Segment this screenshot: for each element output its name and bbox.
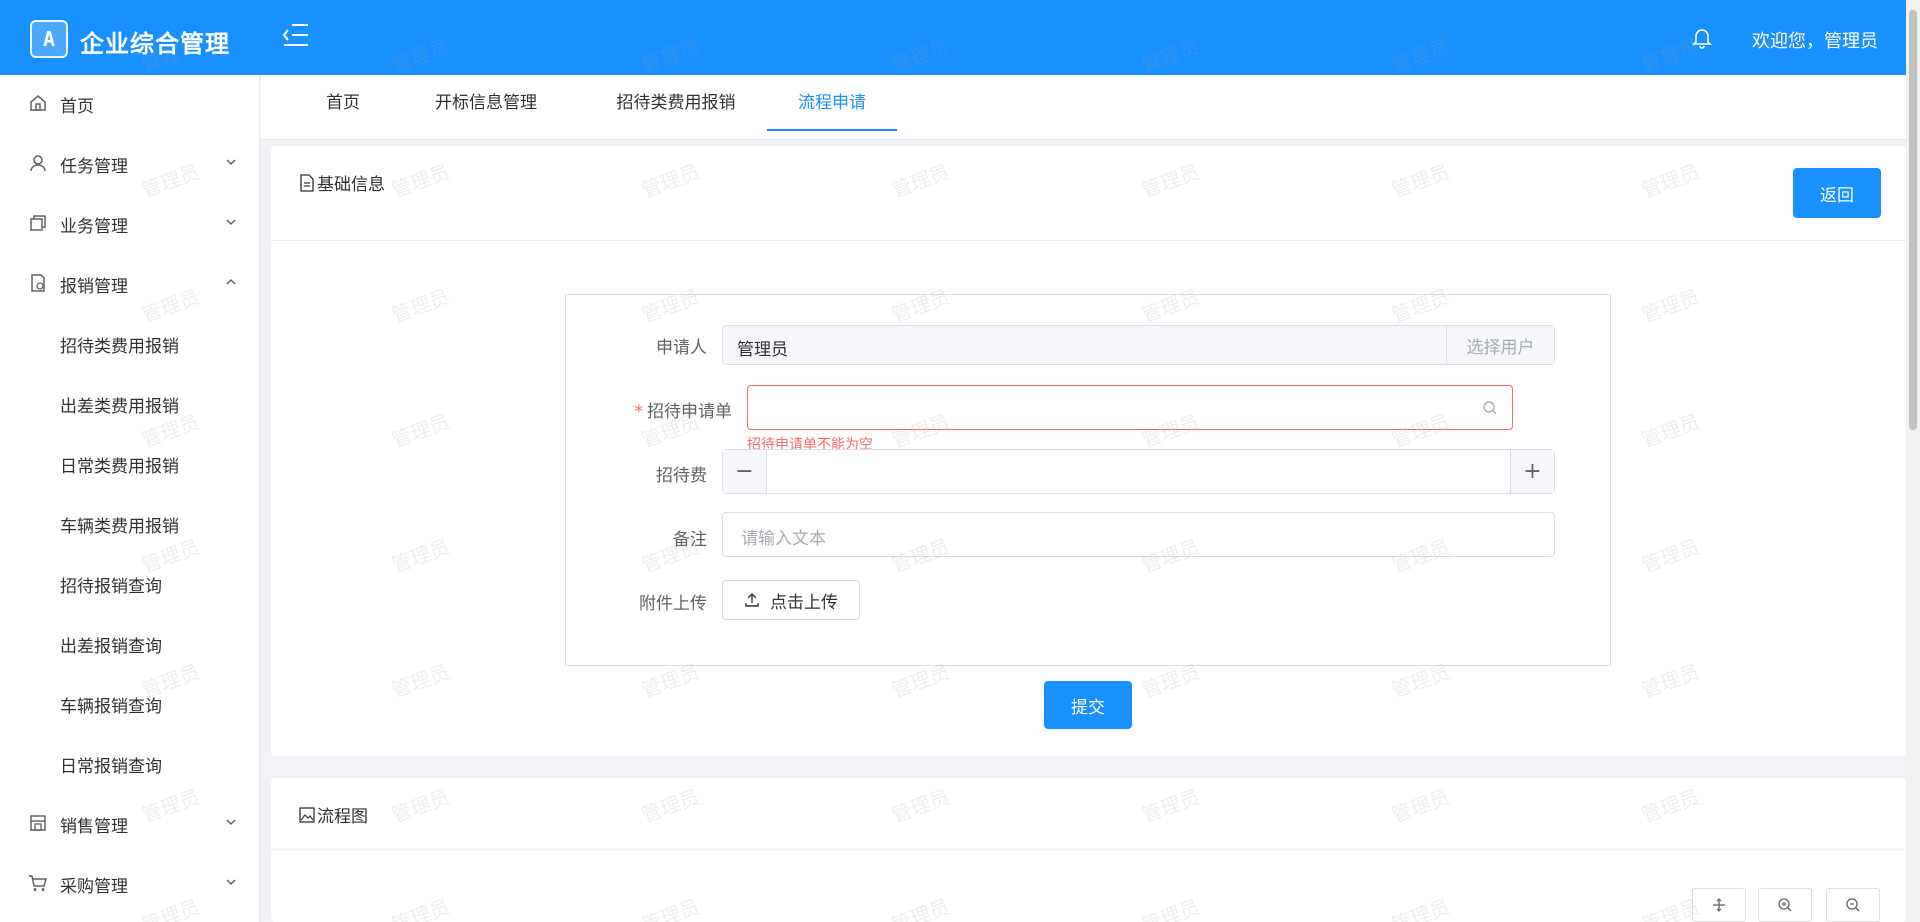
sidebar: 首页 任务管理 业务管理 报销管理 招待类费用报销 出差类费用报销 日常类费用报… [0,75,260,922]
upload-label: 附件上传 [639,594,707,614]
tab-home[interactable]: 首页 [303,75,383,131]
select-user-button[interactable]: 选择用户 [1446,326,1554,364]
document-icon [31,274,45,292]
submenu-label: 招待报销查询 [60,577,162,597]
cart-icon [29,875,47,891]
decrease-button[interactable]: − [723,450,767,493]
submenu-label: 日常类费用报销 [60,457,179,477]
chevron-up-icon [226,278,236,285]
picture-icon [299,806,315,823]
applicant-label: 申请人 [656,338,707,358]
basic-info-header: 基础信息 返回 [271,146,1906,241]
submenu-label: 出差类费用报销 [60,397,179,417]
submenu-label: 车辆报销查询 [60,697,162,717]
submenu-travel-reimburse[interactable]: 出差类费用报销 [0,377,259,429]
submenu-travel-query[interactable]: 出差报销查询 [0,617,259,669]
flow-chart-card: 流程图 [271,778,1906,922]
sidebar-item-reimbursement[interactable]: 报销管理 [0,257,259,309]
menu-collapse-icon[interactable] [282,20,310,50]
home-icon [30,95,46,111]
zoom-out-button[interactable] [1826,888,1880,922]
move-icon [1713,898,1725,912]
basic-info-title: 基础信息 [299,170,385,195]
tabs-bar: 首页 开标信息管理 招待类费用报销 流程申请 [261,75,1920,140]
required-mark: * [634,402,644,422]
request-label: * 招待申请单 [600,397,733,422]
top-header: A 企业综合管理 欢迎您，管理员 [0,0,1920,75]
basic-info-title-text: 基础信息 [317,175,385,195]
back-button[interactable]: 返回 [1793,168,1881,218]
submenu-label: 招待类费用报销 [60,337,179,357]
search-icon[interactable] [1482,400,1498,416]
chevron-down-icon [226,219,236,226]
chevron-down-icon [226,159,236,166]
flow-chart-title-text: 流程图 [317,807,368,827]
submenu-vehicle-query[interactable]: 车辆报销查询 [0,677,259,729]
tab-process-apply[interactable]: 流程申请 [767,75,897,131]
zoom-in-icon [1778,898,1792,912]
submenu-label: 日常报销查询 [60,757,162,777]
submenu-entertainment-reimburse[interactable]: 招待类费用报销 [0,317,259,369]
fee-label: 招待费 [656,466,707,486]
shop-icon [30,815,46,831]
sidebar-item-home[interactable]: 首页 [0,77,259,129]
request-label-text: 招待申请单 [647,402,732,422]
tab-bid-info[interactable]: 开标信息管理 [411,75,561,131]
upload-button[interactable]: 点击上传 [722,580,860,620]
logo-letter: A [42,27,56,51]
app-logo: A [30,20,68,58]
submit-button[interactable]: 提交 [1044,681,1132,729]
increase-button[interactable]: + [1510,450,1554,493]
sidebar-item-label: 销售管理 [60,817,128,837]
note-input[interactable]: 请输入文本 [722,512,1555,557]
app-title: 企业综合管理 [80,30,230,58]
fee-stepper[interactable]: − + [722,449,1555,494]
applicant-value: 管理员 [737,340,788,360]
upload-icon [745,593,759,607]
sidebar-item-tasks[interactable]: 任务管理 [0,137,259,189]
chevron-down-icon [226,819,236,826]
sidebar-item-purchase[interactable]: 采购管理 [0,857,259,909]
sidebar-item-business[interactable]: 业务管理 [0,197,259,249]
submenu-daily-query[interactable]: 日常报销查询 [0,737,259,789]
scrollbar-thumb[interactable] [1909,10,1917,430]
zoom-in-button[interactable] [1758,888,1812,922]
welcome-user[interactable]: 欢迎您，管理员 [1752,27,1878,53]
sidebar-item-label: 任务管理 [60,157,128,177]
user-icon [30,155,46,172]
chevron-down-icon [226,879,236,886]
zoom-out-icon [1846,898,1860,912]
note-label: 备注 [673,530,707,550]
submenu-label: 出差报销查询 [60,637,162,657]
applicant-input[interactable]: 管理员 选择用户 [722,325,1555,365]
request-input[interactable] [747,385,1513,430]
submenu-vehicle-reimburse[interactable]: 车辆类费用报销 [0,497,259,549]
submenu-entertainment-query[interactable]: 招待报销查询 [0,557,259,609]
sidebar-item-label: 采购管理 [60,877,128,897]
upload-button-text: 点击上传 [770,592,838,613]
submenu-label: 车辆类费用报销 [60,517,179,537]
note-placeholder: 请输入文本 [741,529,826,549]
tab-entertainment-reimburse[interactable]: 招待类费用报销 [591,75,761,131]
submenu-daily-reimburse[interactable]: 日常类费用报销 [0,437,259,489]
sidebar-item-label: 首页 [60,97,94,117]
document-icon [300,173,314,192]
fit-view-button[interactable] [1692,888,1746,922]
sidebar-item-sales[interactable]: 销售管理 [0,797,259,849]
flow-chart-title: 流程图 [299,802,368,827]
bell-icon[interactable] [1692,27,1712,49]
page-scrollbar[interactable] [1906,0,1920,922]
sidebar-item-label: 业务管理 [60,217,128,237]
copy-icon [30,215,46,231]
flow-chart-header: 流程图 [271,778,1906,850]
sidebar-item-label: 报销管理 [60,277,128,297]
